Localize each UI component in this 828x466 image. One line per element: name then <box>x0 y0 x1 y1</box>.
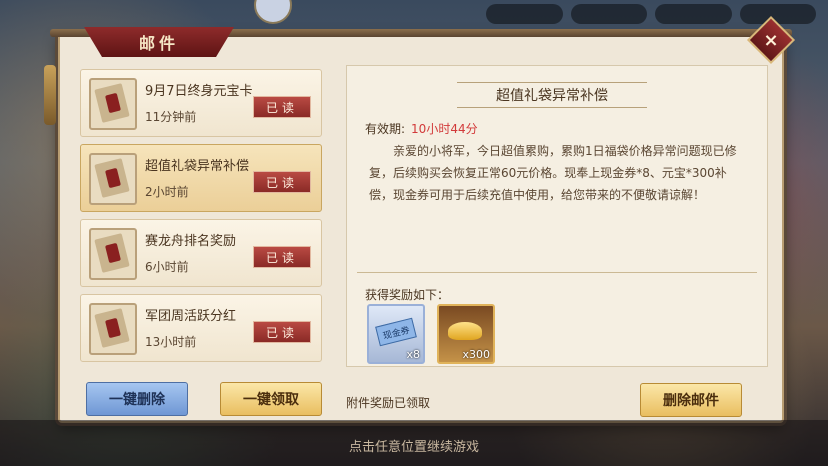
read-badge: 已读 <box>253 96 311 118</box>
mail-item[interactable]: 9月7日终身元宝卡 11分钟前 已读 <box>80 69 322 137</box>
continue-hint[interactable]: 点击任意位置继续游戏 <box>0 436 828 455</box>
claim-status: 附件奖励已领取 <box>346 396 431 410</box>
claim-all-button[interactable]: 一键领取 <box>220 382 322 416</box>
read-badge: 已读 <box>253 246 311 268</box>
mail-detail: 超值礼袋异常补偿 有效期: 10小时44分 亲爱的小将军，今日超值累购，累购1日福… <box>346 65 768 367</box>
read-badge: 已读 <box>253 321 311 343</box>
dialog-title: 邮件 <box>84 27 234 57</box>
delete-all-button[interactable]: 一键删除 <box>86 382 188 416</box>
mail-letter-icon <box>89 228 137 280</box>
mail-item-selected[interactable]: 超值礼袋异常补偿 2小时前 已读 <box>80 144 322 212</box>
rewards-label: 获得奖励如下： <box>365 288 450 302</box>
mail-title: 赛龙舟排名奖励 <box>145 234 237 249</box>
mail-title: 超值礼袋异常补偿 <box>145 159 250 174</box>
mail-item[interactable]: 赛龙舟排名奖励 6小时前 已读 <box>80 219 322 287</box>
reward-count: x300 <box>462 348 490 361</box>
lantern-decoration <box>44 65 56 125</box>
mail-letter-icon <box>89 153 137 205</box>
cash-coupon-icon: 现金券 <box>375 317 417 347</box>
mail-detail-title: 超值礼袋异常补偿 <box>457 82 647 108</box>
mail-letter-icon <box>89 303 137 355</box>
reward-count: x8 <box>406 348 420 361</box>
divider <box>357 272 757 273</box>
close-icon: × <box>763 29 779 51</box>
validity: 有效期: 10小时44分 <box>365 120 478 137</box>
reward-gold-ingot[interactable]: x300 <box>437 304 495 364</box>
mail-time: 13小时前 <box>145 335 197 349</box>
mail-time: 6小时前 <box>145 260 189 274</box>
delete-mail-button[interactable]: 删除邮件 <box>640 383 742 417</box>
mail-title: 9月7日终身元宝卡 <box>145 84 253 99</box>
mail-letter-icon <box>89 78 137 130</box>
gold-ingot-icon <box>448 322 482 340</box>
validity-label: 有效期: <box>365 122 406 136</box>
mail-time: 2小时前 <box>145 185 189 199</box>
mail-item[interactable]: 军团周活跃分红 13小时前 已读 <box>80 294 322 362</box>
mail-body: 亲爱的小将军，今日超值累购，累购1日福袋价格异常问题现已修复，后续购买会恢复正常… <box>369 144 737 202</box>
mail-time: 11分钟前 <box>145 110 197 124</box>
mail-title: 军团周活跃分红 <box>145 309 237 324</box>
mail-list[interactable]: 9月7日终身元宝卡 11分钟前 已读 超值礼袋异常补偿 2小时前 已读 赛龙舟排… <box>80 69 324 369</box>
reward-cash-coupon[interactable]: 现金券 x8 <box>367 304 425 364</box>
mail-dialog: 邮件 × 9月7日终身元宝卡 11分钟前 已读 超值礼袋异常补偿 2小时前 已读… <box>44 15 796 423</box>
read-badge: 已读 <box>253 171 311 193</box>
validity-time: 10小时44分 <box>411 122 478 136</box>
